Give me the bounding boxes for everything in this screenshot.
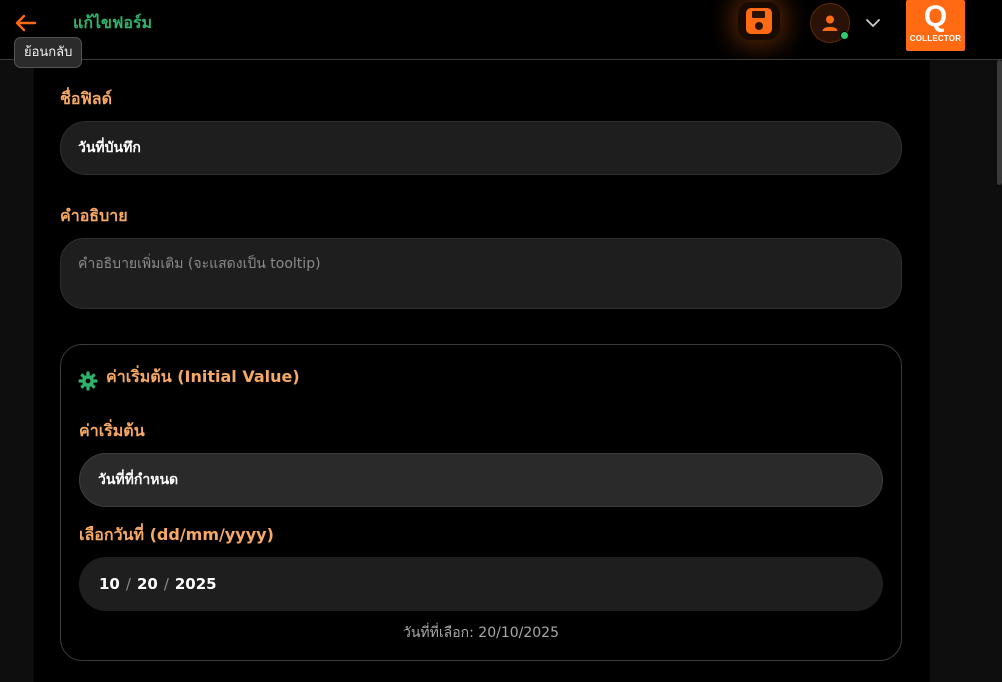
logo-text: COLLECTOR (909, 34, 962, 43)
field-name-label: ชื่อฟิลด์ (60, 89, 112, 108)
selected-date-text: วันที่ที่เลือก: 20/10/2025 (403, 625, 559, 641)
back-tooltip: ย้อนกลับ (14, 37, 83, 68)
logo-letter: Q (923, 0, 948, 33)
app-header: แก้ไขฟอร์ม Q COLLECTOR (0, 0, 1002, 60)
date-input[interactable]: 10 / 20 / 2025 (79, 557, 883, 611)
date-separator: / (163, 575, 169, 593)
description-placeholder: คำอธิบายเพิ่มเติม (จะแสดงเป็น tooltip) (78, 256, 321, 272)
left-gutter (0, 60, 34, 682)
date-day[interactable]: 20 (137, 575, 158, 593)
chevron-down-icon (866, 19, 880, 27)
arrow-left-icon (15, 14, 37, 32)
description-label: คำอธิบาย (60, 206, 128, 225)
scrollbar-thumb[interactable] (997, 60, 1002, 185)
date-picker-label: เลือกวันที่ (dd/mm/yyyy) (79, 525, 274, 544)
app-logo: Q COLLECTOR (906, 0, 965, 51)
date-year[interactable]: 2025 (175, 575, 217, 593)
save-button[interactable] (738, 2, 780, 40)
page-title: แก้ไขฟอร์ม (73, 13, 153, 32)
user-icon (822, 15, 838, 31)
date-month[interactable]: 10 (99, 575, 120, 593)
date-separator: / (125, 575, 131, 593)
default-value-label: ค่าเริ่มต้น (79, 421, 145, 440)
floppy-disk-icon (746, 8, 772, 34)
gear-icon (78, 371, 98, 391)
default-value-selected: วันที่ที่กำหนด (98, 472, 179, 488)
default-value-select[interactable]: วันที่ที่กำหนด (79, 453, 883, 507)
user-menu-toggle[interactable] (863, 13, 883, 33)
online-status-dot (840, 31, 849, 40)
initial-value-title: ค่าเริ่มต้น (Initial Value) (106, 367, 300, 386)
right-gutter (930, 60, 1002, 682)
field-name-value: วันที่บันทึก (78, 140, 141, 156)
field-name-input[interactable]: วันที่บันทึก (60, 121, 902, 175)
description-textarea[interactable]: คำอธิบายเพิ่มเติม (จะแสดงเป็น tooltip) (60, 238, 902, 309)
back-button[interactable] (12, 10, 40, 36)
